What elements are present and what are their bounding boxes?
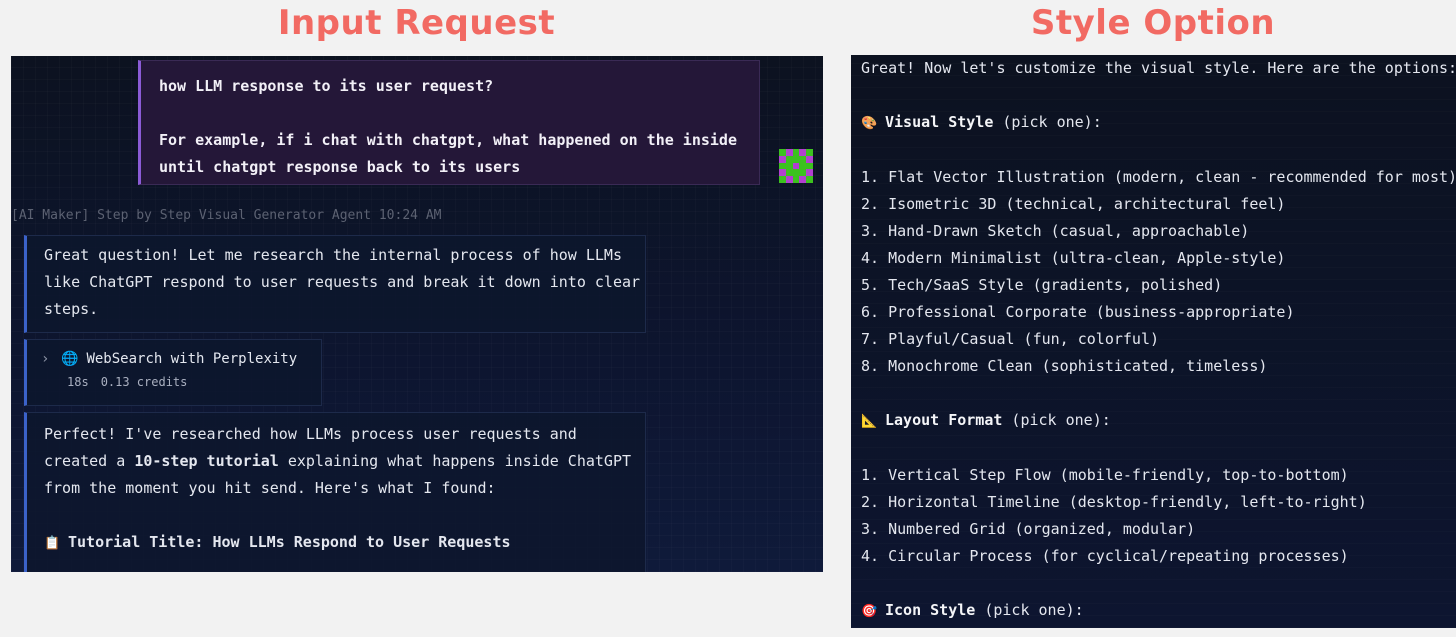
tool-call-card[interactable]: › 🌐 WebSearch with Perplexity 18s 0.13 cr… (24, 339, 322, 406)
layout-format-option: 3. Numbered Grid (organized, modular) (861, 520, 1196, 538)
style-intro: Great! Now let's customize the visual st… (861, 59, 1456, 77)
user-message: how LLM response to its user request? Fo… (138, 60, 760, 185)
layout-format-heading: 📐 Layout Format (pick one): (861, 407, 1456, 435)
agent-header: [AI Maker] Step by Step Visual Generator… (11, 208, 442, 223)
visual-style-option: 4. Modern Minimalist (ultra-clean, Apple… (861, 249, 1286, 267)
style-option-heading: Style Option (1030, 3, 1276, 43)
user-message-line: until chatgpt response back to its users (159, 158, 521, 176)
agent-message: Great question! Let me research the inte… (24, 235, 646, 333)
agent-message: Perfect! I've researched how LLMs proces… (24, 412, 646, 572)
tool-call-duration: 18s (67, 375, 89, 389)
agent-message-line: steps. (44, 300, 99, 318)
user-message-line: how LLM response to its user request? (159, 77, 494, 95)
avatar[interactable] (779, 149, 813, 183)
layout-format-option: 4. Circular Process (for cyclical/repeat… (861, 547, 1349, 565)
layout-format-option: 1. Vertical Step Flow (mobile-friendly, … (861, 466, 1349, 484)
tool-call-label: WebSearch with Perplexity (86, 350, 298, 367)
visual-style-option: 7. Playful/Casual (fun, colorful) (861, 330, 1160, 348)
visual-style-option: 5. Tech/SaaS Style (gradients, polished) (861, 276, 1223, 294)
tutorial-title: 📋 Tutorial Title: How LLMs Respond to Use… (44, 529, 645, 557)
visual-style-option: 3. Hand-Drawn Sketch (casual, approachab… (861, 222, 1250, 240)
visual-style-option: 1. Flat Vector Illustration (modern, cle… (861, 168, 1456, 186)
triangular-ruler-icon: 📐 (861, 414, 878, 429)
visual-style-list: 1. Flat Vector Illustration (modern, cle… (861, 164, 1456, 380)
tutorial-step-count: 10-step tutorial (134, 452, 279, 470)
clipboard-icon: 📋 (44, 536, 61, 551)
agent-message-line: from the moment you hit send. Here's wha… (44, 479, 496, 497)
input-request-heading: Input Request (277, 3, 556, 43)
visual-style-option: 8. Monochrome Clean (sophisticated, time… (861, 357, 1268, 375)
palette-icon: 🎨 (861, 116, 878, 131)
chat-panel: how LLM response to its user request? Fo… (11, 56, 823, 572)
layout-format-option: 2. Horizontal Timeline (desktop-friendly… (861, 493, 1367, 511)
target-icon: 🎯 (861, 604, 878, 619)
icon-style-heading: 🎯 Icon Style (pick one): (861, 597, 1456, 625)
user-message-line: For example, if i chat with chatgpt, wha… (159, 131, 737, 149)
agent-message-line: Perfect! I've researched how LLMs proces… (44, 425, 577, 443)
visual-style-heading: 🎨 Visual Style (pick one): (861, 109, 1456, 137)
agent-message-line: Great question! Let me research the inte… (44, 246, 622, 264)
agent-message-line: like ChatGPT respond to user requests an… (44, 273, 641, 291)
chevron-right-icon[interactable]: › (41, 346, 53, 373)
visual-style-option: 2. Isometric 3D (technical, architectura… (861, 195, 1286, 213)
agent-message-line: created a 10-step tutorial explaining wh… (44, 452, 632, 470)
layout-format-list: 1. Vertical Step Flow (mobile-friendly, … (861, 462, 1456, 570)
globe-icon: 🌐 (61, 350, 79, 367)
visual-style-option: 6. Professional Corporate (business-appr… (861, 303, 1295, 321)
tool-call-credits: 0.13 credits (100, 375, 188, 389)
style-options-panel: Great! Now let's customize the visual st… (851, 55, 1456, 628)
